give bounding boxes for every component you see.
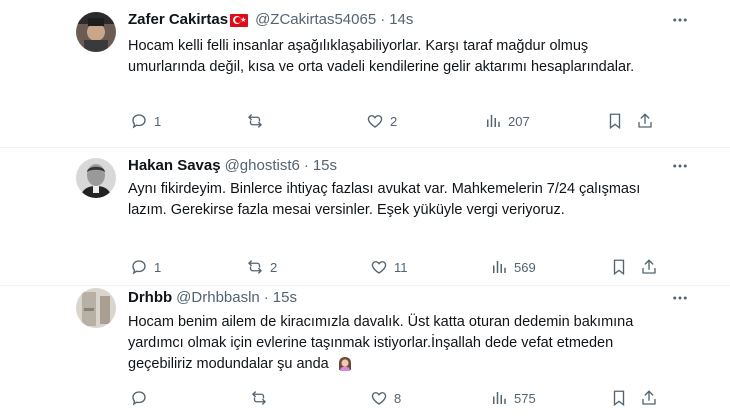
author-handle[interactable]: @ZCakirtas54065	[255, 10, 376, 30]
views-count: 575	[514, 390, 536, 406]
avatar[interactable]	[76, 12, 116, 52]
author-name[interactable]: Drhbb	[128, 288, 172, 308]
tweet-text: Aynı fikirdeyim. Binlerce ihtiyaç fazlas…	[128, 181, 641, 218]
views-button[interactable]: 207	[484, 111, 530, 131]
repost-button[interactable]: 2	[246, 257, 277, 277]
like-icon	[367, 115, 383, 128]
repost-icon	[248, 114, 262, 128]
like-button[interactable]: 11	[370, 257, 408, 277]
share-icon	[642, 390, 656, 405]
like-count: 11	[394, 259, 408, 275]
more-icon[interactable]	[670, 288, 690, 308]
timestamp[interactable]: 15s	[273, 288, 297, 308]
repost-button[interactable]	[246, 111, 270, 131]
tweet-header: Drhbb @Drhbbasln · 15s	[128, 288, 297, 308]
avatar[interactable]	[76, 288, 116, 328]
bookmark-icon	[613, 390, 625, 407]
reply-icon	[132, 114, 146, 129]
like-button[interactable]: 8	[370, 388, 401, 408]
bookmark-button[interactable]	[610, 388, 628, 408]
bookmark-icon	[609, 113, 621, 130]
tweet-text: Hocam kelli felli insanlar aşağılıklaşab…	[128, 38, 635, 75]
views-icon	[493, 392, 506, 404]
reply-button[interactable]: 1	[130, 111, 161, 131]
reply-button[interactable]	[130, 388, 154, 408]
more-icon[interactable]	[670, 156, 690, 176]
author-name[interactable]: Zafer Cakirtas	[128, 10, 228, 30]
reply-icon	[132, 260, 146, 275]
views-button[interactable]: 575	[490, 388, 536, 408]
repost-icon	[248, 260, 262, 274]
separator-dot: ·	[380, 11, 386, 28]
like-button[interactable]: 2	[366, 111, 397, 131]
tweet-text-content: Hocam benim ailem de kiracımızla davalık…	[128, 314, 634, 372]
like-count: 8	[394, 390, 402, 406]
reply-icon	[132, 391, 146, 406]
tweet-text: Hocam benim ailem de kiracımızla davalık…	[128, 312, 648, 375]
reply-count: 1	[154, 259, 162, 275]
views-icon	[487, 115, 500, 127]
bookmark-button[interactable]	[610, 257, 628, 277]
author-handle[interactable]: @ghostist6	[225, 156, 300, 176]
share-icon	[638, 113, 652, 128]
like-count: 2	[390, 113, 398, 129]
person-emoji-icon	[337, 355, 353, 371]
tweet-header: Zafer Cakirtas ★ @ZCakirtas54065 · 14s	[128, 10, 413, 30]
separator-dot: ·	[263, 289, 269, 306]
share-icon	[642, 259, 656, 274]
separator-dot: ·	[303, 157, 309, 174]
repost-count: 2	[270, 259, 278, 275]
views-button[interactable]: 569	[490, 257, 536, 277]
repost-button[interactable]	[250, 388, 274, 408]
share-button[interactable]	[640, 257, 658, 277]
reply-button[interactable]: 1	[130, 257, 161, 277]
bookmark-icon	[613, 259, 625, 276]
tweet-actions: 1 2 207	[120, 111, 660, 131]
like-icon	[371, 261, 387, 274]
views-count: 207	[508, 113, 530, 129]
more-icon[interactable]	[670, 10, 690, 30]
views-icon	[493, 261, 506, 273]
timestamp[interactable]: 14s	[389, 10, 413, 30]
share-button[interactable]	[636, 111, 654, 131]
tweet-1[interactable]: Zafer Cakirtas ★ @ZCakirtas54065 · 14s H…	[0, 0, 730, 147]
bookmark-button[interactable]	[606, 111, 624, 131]
like-icon	[371, 392, 387, 405]
repost-icon	[252, 391, 266, 405]
timestamp[interactable]: 15s	[313, 156, 337, 176]
tweet-header: Hakan Savaş @ghostist6 · 15s	[128, 156, 337, 176]
views-count: 569	[514, 259, 536, 275]
turkey-flag-icon: ★	[230, 13, 249, 27]
avatar[interactable]	[76, 158, 116, 198]
tweet-2[interactable]: Hakan Savaş @ghostist6 · 15s Aynı fikird…	[0, 148, 730, 285]
share-button[interactable]	[640, 388, 658, 408]
author-name[interactable]: Hakan Savaş	[128, 156, 221, 176]
tweet-actions: 1 2 11 569	[120, 257, 660, 277]
author-handle[interactable]: @Drhbbasln	[176, 288, 260, 308]
tweet-actions: 8 575	[120, 388, 660, 408]
tweet-3[interactable]: Drhbb @Drhbbasln · 15s Hocam benim ailem…	[0, 286, 730, 420]
reply-count: 1	[154, 113, 162, 129]
